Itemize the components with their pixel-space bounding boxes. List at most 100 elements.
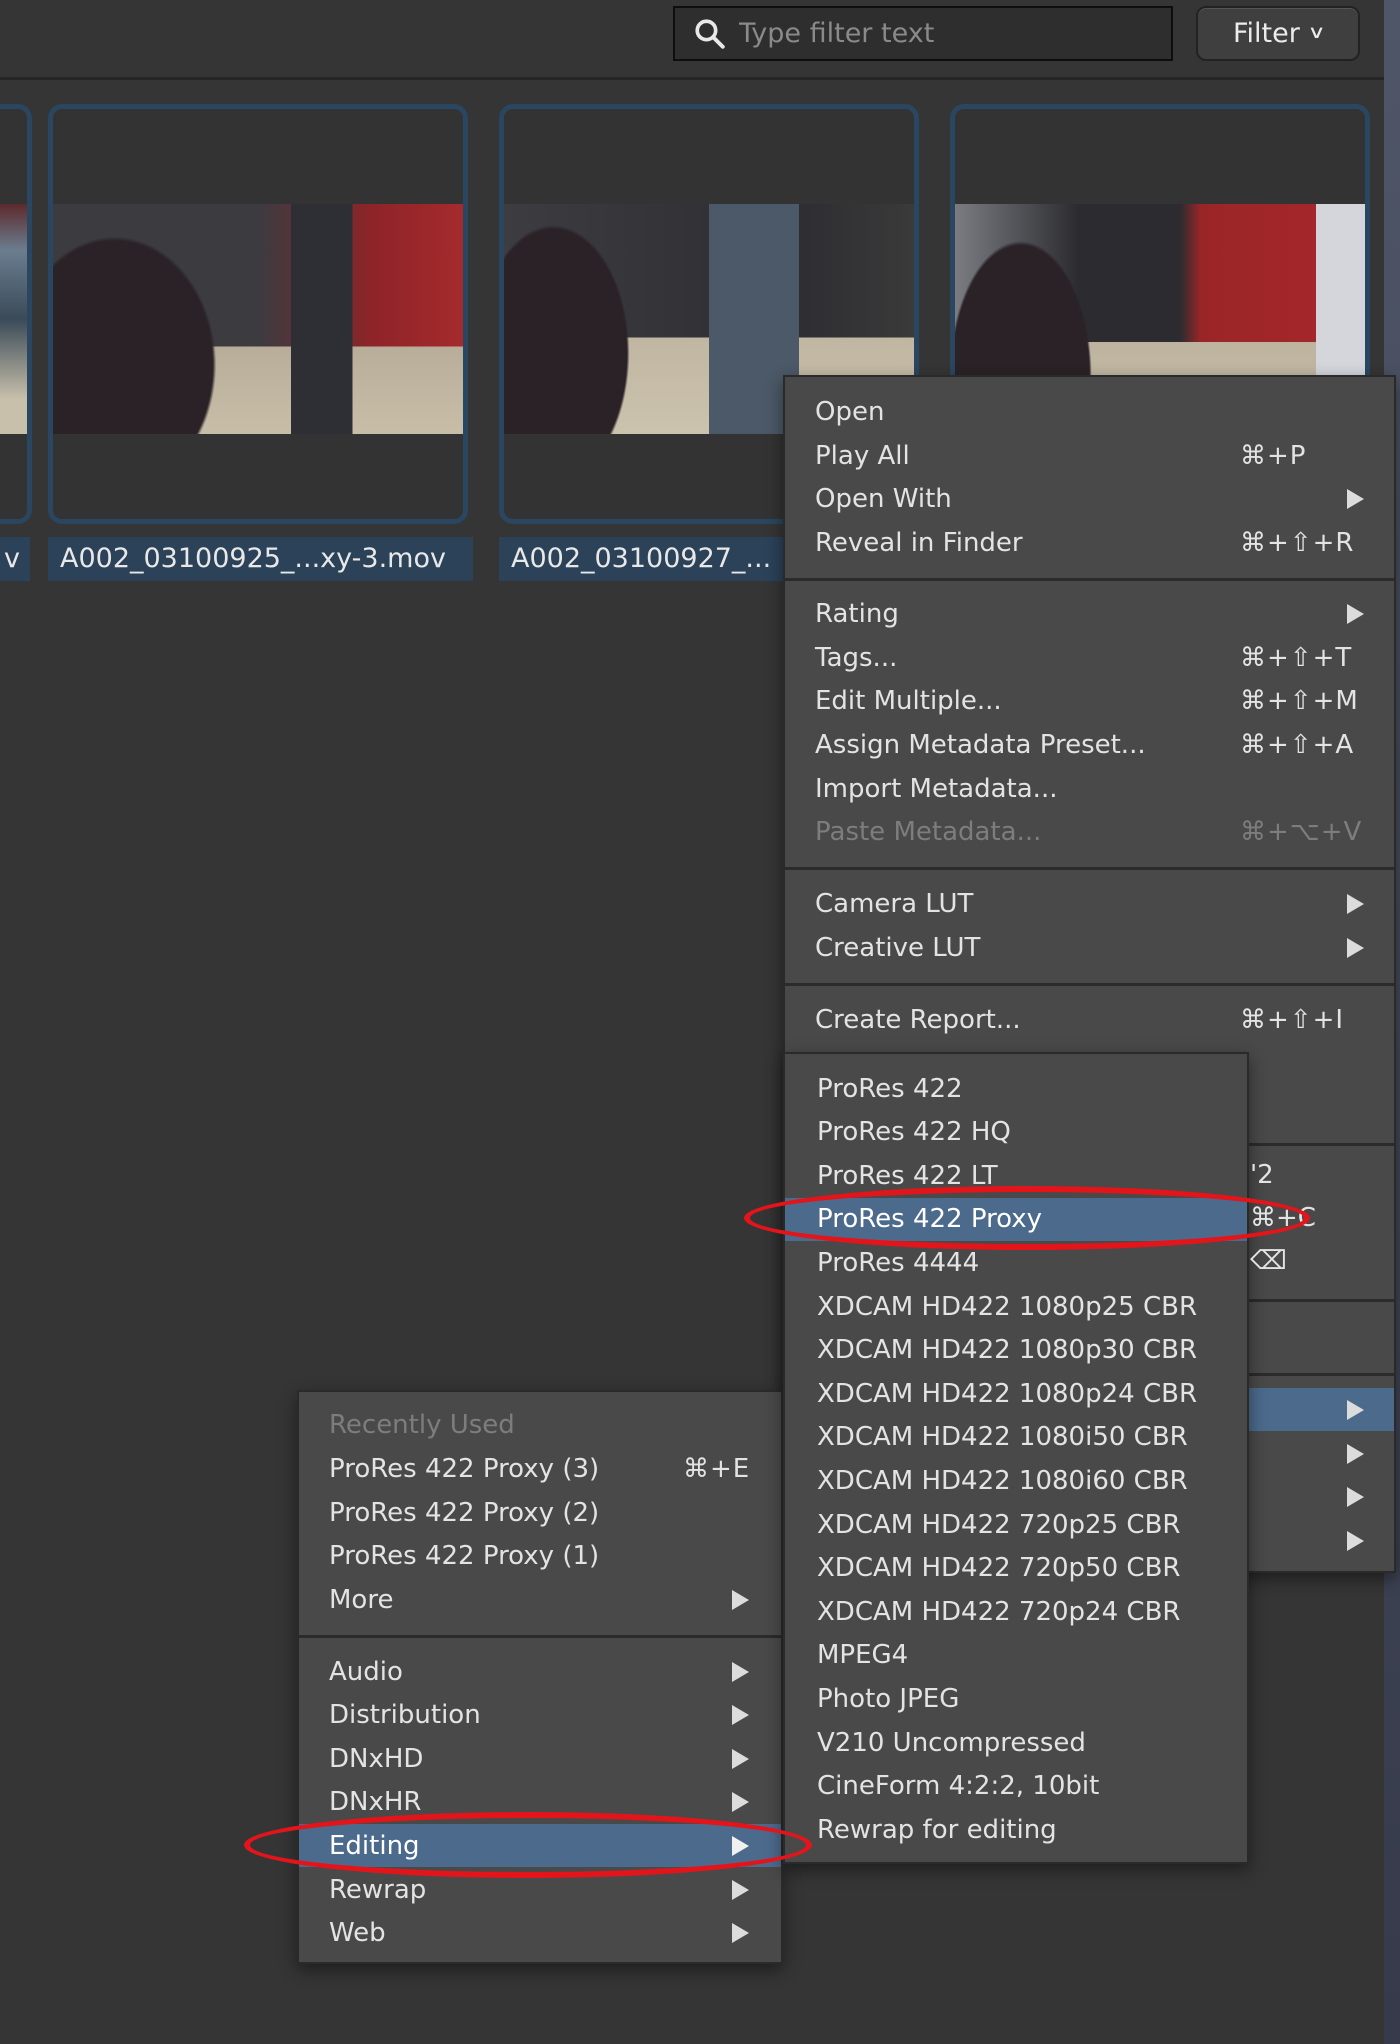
menu-item-label: XDCAM HD422 1080p30 CBR — [817, 1335, 1198, 1366]
menu-item-label: More — [329, 1584, 394, 1615]
clip-thumbnail[interactable] — [48, 104, 468, 524]
menu-item-label: MPEG4 — [817, 1640, 909, 1671]
submenu-arrow-icon — [1347, 1486, 1364, 1507]
menu-item-label: XDCAM HD422 1080p24 CBR — [817, 1378, 1198, 1409]
filter-dropdown-button[interactable]: Filter ∨ — [1196, 6, 1360, 61]
clip-name-text: v — [4, 543, 20, 574]
menu-item-dnxhr[interactable]: DNxHR — [299, 1780, 781, 1823]
section-header-label: Recently Used — [329, 1409, 515, 1440]
menu-item-preset[interactable]: V210 Uncompressed — [785, 1721, 1247, 1764]
menu-item-import-metadata[interactable]: Import Metadata... — [785, 767, 1394, 810]
menu-item-label: Edit Multiple... — [815, 685, 1002, 716]
menu-item-preset[interactable]: Rewrap for editing — [785, 1808, 1247, 1851]
partial-shortcut-label: '2 — [1250, 1160, 1274, 1190]
menu-item-creative-lut[interactable]: Creative LUT — [785, 926, 1394, 969]
menu-item-label: Web — [329, 1917, 386, 1948]
menu-item-preset[interactable]: XDCAM HD422 720p50 CBR — [785, 1547, 1247, 1590]
menu-item-distribution[interactable]: Distribution — [299, 1693, 781, 1736]
menu-item-label: ProRes 422 LT — [817, 1160, 998, 1191]
menu-item-play-all[interactable]: Play All ⌘+P — [785, 434, 1394, 477]
menu-separator — [299, 1635, 781, 1638]
menu-item-label: Tags... — [815, 642, 898, 673]
menu-item-label: Open With — [815, 483, 952, 514]
menu-item-preset[interactable]: ProRes 422 Proxy — [785, 1197, 1247, 1241]
menu-item-more[interactable]: More — [299, 1578, 781, 1621]
menu-item-preset[interactable]: ProRes 4444 — [785, 1241, 1247, 1284]
menu-item-recent-preset[interactable]: ProRes 422 Proxy (2) — [299, 1491, 781, 1534]
shortcut-label: ⌘+⇧+I — [1240, 1004, 1345, 1035]
submenu-arrow-icon — [732, 1704, 749, 1725]
menu-item-preset[interactable]: MPEG4 — [785, 1634, 1247, 1677]
menu-item-preset[interactable]: XDCAM HD422 1080p30 CBR — [785, 1329, 1247, 1372]
menu-item-tags[interactable]: Tags... ⌘+⇧+T — [785, 636, 1394, 679]
filter-button-label: Filter — [1232, 18, 1300, 49]
submenu-arrow-icon — [1347, 1399, 1364, 1420]
menu-item-web[interactable]: Web — [299, 1911, 781, 1954]
menu-item-edit-multiple[interactable]: Edit Multiple... ⌘+⇧+M — [785, 679, 1394, 722]
menu-item-open-with[interactable]: Open With — [785, 477, 1394, 520]
menu-item-audio[interactable]: Audio — [299, 1650, 781, 1693]
clip-name-label[interactable]: v — [0, 537, 30, 581]
menu-item-paste-metadata: Paste Metadata... ⌘+⌥+V — [785, 810, 1394, 853]
shortcut-label: ⌘+⌥+V — [1240, 816, 1363, 847]
submenu-arrow-icon — [732, 1661, 749, 1682]
shortcut-label: ⌘+⇧+T — [1240, 642, 1353, 673]
filter-input[interactable] — [739, 18, 1139, 49]
submenu-arrow-icon — [1347, 1530, 1364, 1551]
submenu-arrow-icon — [732, 1922, 749, 1943]
clip-thumbnail[interactable] — [0, 104, 32, 524]
menu-item-label: Paste Metadata... — [815, 816, 1042, 847]
menu-item-preset[interactable]: XDCAM HD422 1080p24 CBR — [785, 1372, 1247, 1415]
menu-item-assign-metadata-preset[interactable]: Assign Metadata Preset... ⌘+⇧+A — [785, 723, 1394, 766]
menu-item-label: XDCAM HD422 720p50 CBR — [817, 1553, 1181, 1584]
menu-item-open[interactable]: Open — [785, 390, 1394, 433]
menu-item-camera-lut[interactable]: Camera LUT — [785, 882, 1394, 925]
menu-item-label: ProRes 422 Proxy (2) — [329, 1497, 600, 1528]
menu-item-label: XDCAM HD422 1080i60 CBR — [817, 1465, 1188, 1496]
menu-item-reveal-in-finder[interactable]: Reveal in Finder ⌘+⇧+R — [785, 521, 1394, 564]
menu-item-preset[interactable]: XDCAM HD422 1080p25 CBR — [785, 1285, 1247, 1328]
menu-item-recent-preset[interactable]: ProRes 422 Proxy (3) ⌘+E — [299, 1447, 781, 1490]
shortcut-label: ⌘+⇧+R — [1240, 527, 1355, 558]
menu-item-preset[interactable]: XDCAM HD422 1080i50 CBR — [785, 1416, 1247, 1459]
menu-item-dnxhd[interactable]: DNxHD — [299, 1737, 781, 1780]
shortcut-label: ⌘+⇧+A — [1240, 729, 1355, 760]
menu-item-label: XDCAM HD422 1080p25 CBR — [817, 1291, 1198, 1322]
menu-item-label: ProRes 4444 — [817, 1247, 980, 1278]
menu-separator — [785, 578, 1394, 581]
submenu-arrow-icon — [732, 1748, 749, 1769]
menu-item-label: Photo JPEG — [817, 1683, 960, 1714]
menu-item-rewrap[interactable]: Rewrap — [299, 1868, 781, 1911]
menu-item-preset[interactable]: ProRes 422 — [785, 1067, 1247, 1110]
menu-item-editing[interactable]: Editing — [299, 1824, 781, 1867]
toolbar: Filter ∨ — [0, 0, 1384, 80]
filter-search-box[interactable] — [673, 6, 1173, 61]
clip-name-label[interactable]: A002_03100925_...xy-3.mov — [48, 537, 473, 581]
shortcut-label: ⌘+E — [683, 1453, 751, 1484]
shortcut-label: ⌘+⇧+M — [1240, 685, 1359, 716]
menu-item-label: ProRes 422 Proxy (3) — [329, 1453, 600, 1484]
menu-item-preset[interactable]: XDCAM HD422 720p24 CBR — [785, 1590, 1247, 1633]
menu-item-preset[interactable]: ProRes 422 HQ — [785, 1111, 1247, 1154]
submenu-arrow-icon — [1347, 488, 1364, 509]
menu-item-label: Import Metadata... — [815, 773, 1058, 804]
menu-item-label: Play All — [815, 440, 910, 471]
menu-item-label: Editing — [329, 1830, 420, 1861]
clip-name-text: A002_03100925_...xy-3.mov — [60, 543, 446, 574]
submenu-arrow-icon — [1347, 1443, 1364, 1464]
menu-item-create-report[interactable]: Create Report... ⌘+⇧+I — [785, 998, 1394, 1041]
menu-item-rating[interactable]: Rating — [785, 592, 1394, 635]
menu-item-recent-preset[interactable]: ProRes 422 Proxy (1) — [299, 1534, 781, 1577]
menu-item-label: ProRes 422 — [817, 1073, 963, 1104]
menu-item-preset[interactable]: XDCAM HD422 720p25 CBR — [785, 1503, 1247, 1546]
menu-item-label: Open — [815, 396, 885, 427]
menu-item-preset[interactable]: Photo JPEG — [785, 1677, 1247, 1720]
menu-item-preset[interactable]: XDCAM HD422 1080i60 CBR — [785, 1459, 1247, 1502]
menu-item-preset[interactable]: ProRes 422 LT — [785, 1154, 1247, 1197]
submenu-arrow-icon — [732, 1835, 749, 1856]
menu-item-label: Reveal in Finder — [815, 527, 1023, 558]
editing-submenu: ProRes 422 ProRes 422 HQ ProRes 422 LT ProR… — [783, 1052, 1249, 1864]
menu-item-label: Camera LUT — [815, 888, 974, 919]
menu-item-preset[interactable]: CineForm 4:2:2, 10bit — [785, 1765, 1247, 1808]
transcode-submenu: Recently Used ProRes 422 Proxy (3) ⌘+E P… — [297, 1390, 783, 1964]
